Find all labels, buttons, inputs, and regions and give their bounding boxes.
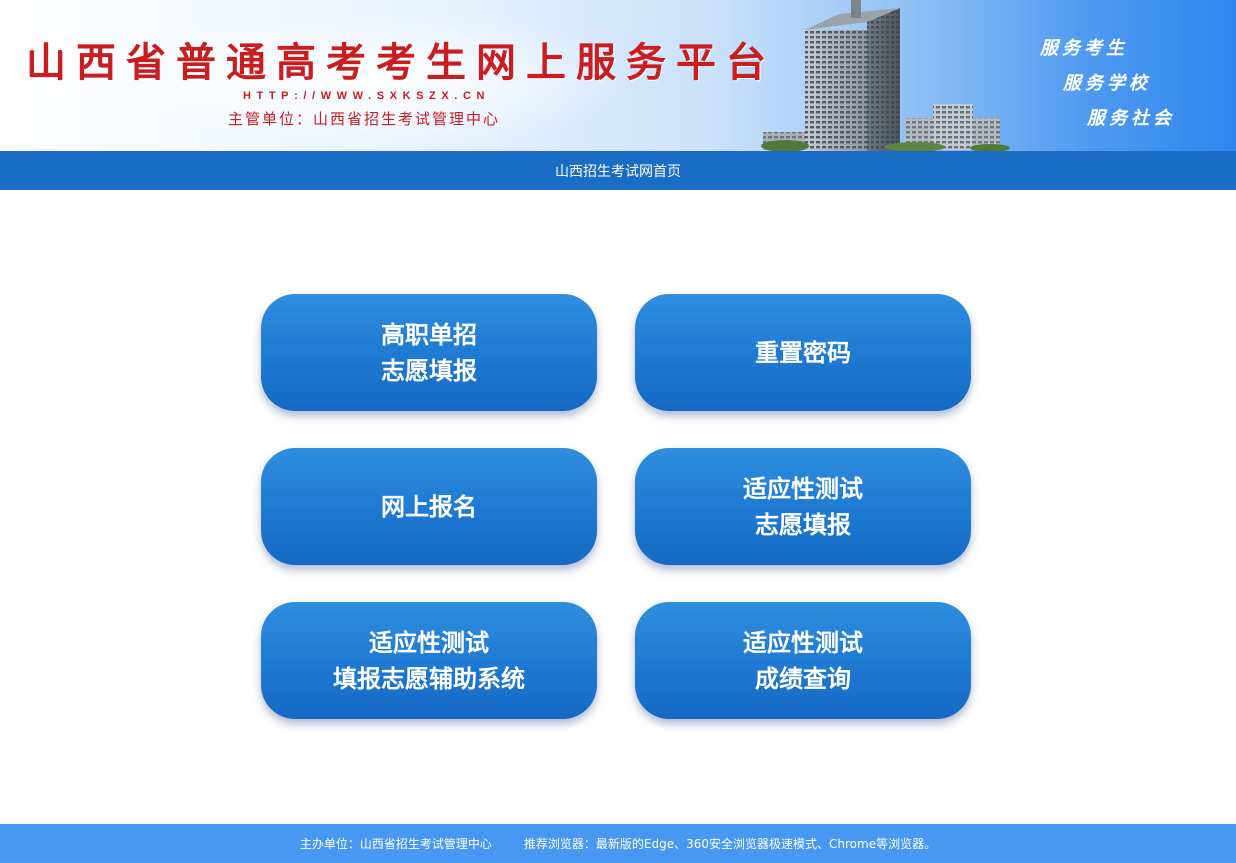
tile-label-line: 适应性测试 (369, 628, 489, 657)
online-registration-button[interactable]: 网上报名 (261, 448, 597, 565)
tile-label-line: 志愿填报 (381, 356, 477, 385)
platform-title: 山西省普通高考考生网上服务平台 (26, 39, 776, 86)
page: 山西省普通高考考生网上服务平台 HTTP://WWW.SXKSZX.CN 主管单… (0, 0, 1236, 863)
vocational-application-button[interactable]: 高职单招 志愿填报 (261, 294, 597, 411)
nav-bar: 山西招生考试网首页 (0, 151, 1236, 190)
sponsor-text: 主管单位：山西省招生考试管理中心 (228, 110, 501, 128)
tile-label-line: 重置密码 (755, 338, 851, 367)
adaptive-test-application-button[interactable]: 适应性测试 志愿填报 (635, 448, 971, 565)
site-url: HTTP://WWW.SXKSZX.CN (243, 90, 491, 102)
tile-label-line: 志愿填报 (755, 510, 851, 539)
header-banner: 山西省普通高考考生网上服务平台 HTTP://WWW.SXKSZX.CN 主管单… (0, 0, 1236, 151)
footer-organizer: 主办单位：山西省招生考试管理中心 (299, 837, 492, 851)
slogan-serve-candidates: 服务考生 (1040, 38, 1128, 59)
footer: 主办单位：山西省招生考试管理中心 推荐浏览器：最新版的Edge、360安全浏览器… (0, 824, 1236, 863)
tile-label-line: 网上报名 (381, 492, 477, 521)
slogan-serve-society: 服务社会 (1087, 108, 1175, 129)
building-illustration (761, 0, 1010, 151)
home-link[interactable]: 山西招生考试网首页 (555, 161, 681, 181)
adaptive-test-score-query-button[interactable]: 适应性测试 成绩查询 (635, 602, 971, 719)
slogan-serve-schools: 服务学校 (1063, 73, 1151, 94)
footer-browser-note: 推荐浏览器：最新版的Edge、360安全浏览器极速模式、Chrome等浏览器。 (523, 837, 937, 851)
tile-label-line: 适应性测试 (743, 474, 863, 503)
reset-password-button[interactable]: 重置密码 (635, 294, 971, 411)
tile-label-line: 填报志愿辅助系统 (333, 664, 525, 693)
tile-label-line: 适应性测试 (743, 628, 863, 657)
tile-label-line: 成绩查询 (755, 664, 851, 693)
tile-label-line: 高职单招 (381, 320, 477, 349)
adaptive-test-assist-system-button[interactable]: 适应性测试 填报志愿辅助系统 (261, 602, 597, 719)
